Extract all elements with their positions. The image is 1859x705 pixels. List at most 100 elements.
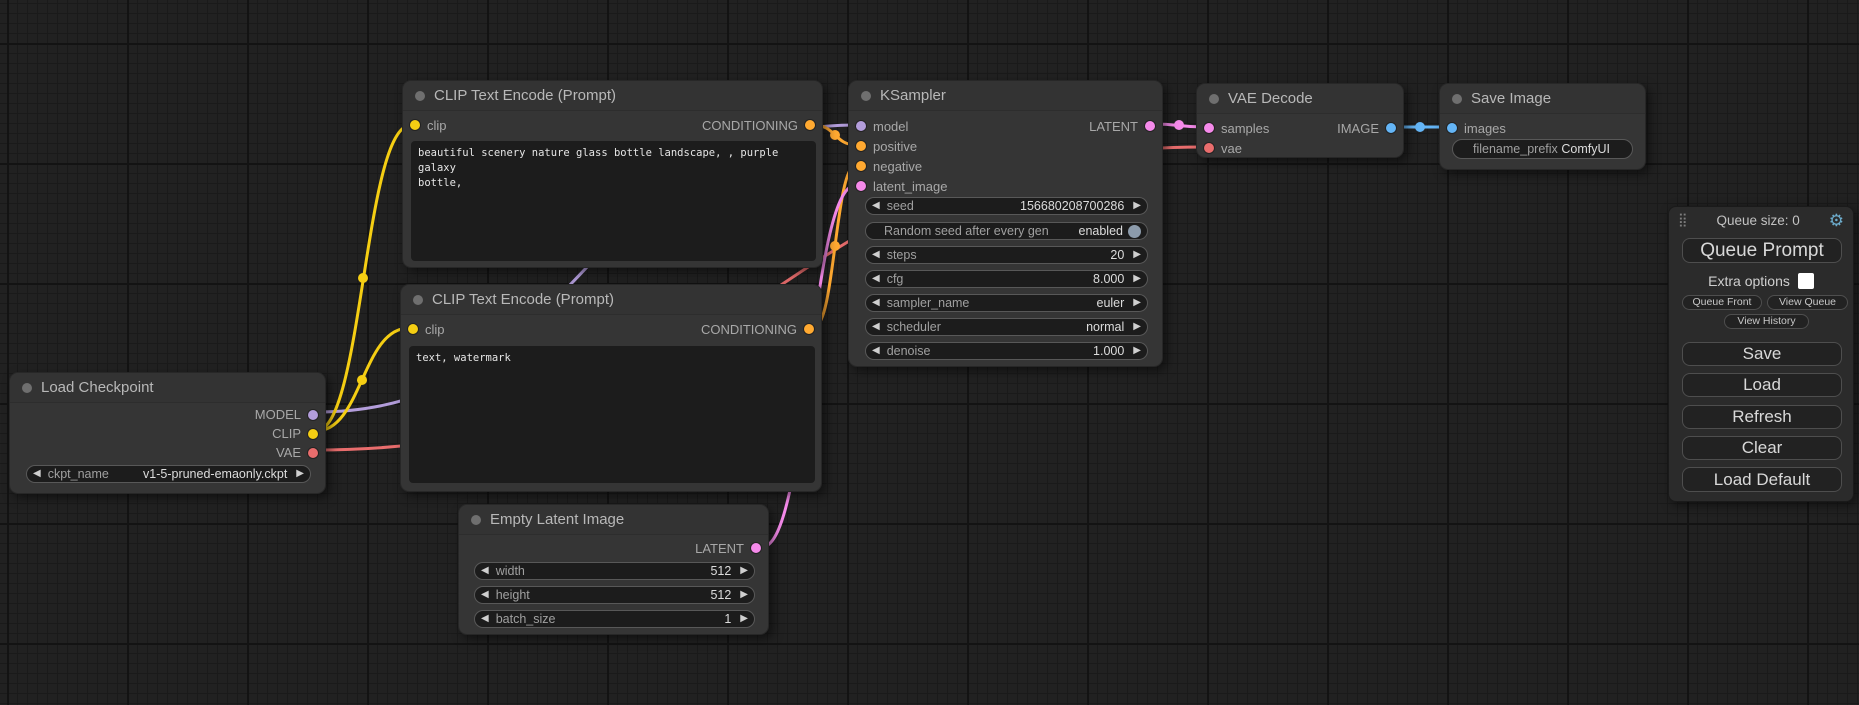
output-slot-conditioning[interactable]: [804, 324, 814, 334]
input-slot-negative[interactable]: [856, 161, 866, 171]
extra-options-checkbox[interactable]: [1798, 273, 1814, 289]
link-midpoint-dot[interactable]: [1415, 122, 1425, 132]
decrement-arrow-icon[interactable]: ◀: [481, 590, 489, 600]
collapse-dot[interactable]: [471, 515, 481, 525]
decrement-arrow-icon[interactable]: ◀: [33, 469, 41, 479]
widget-ckpt-name[interactable]: ◀ ckpt_name v1-5-pruned-emaonly.ckpt ▶: [26, 465, 311, 483]
input-slot-clip[interactable]: [408, 324, 418, 334]
widget-width[interactable]: ◀ width 512 ▶: [474, 562, 755, 580]
increment-arrow-icon[interactable]: ▶: [296, 469, 304, 479]
widget-scheduler[interactable]: ◀ scheduler normal ▶: [865, 318, 1148, 336]
widget-value[interactable]: 8.000: [1093, 272, 1124, 286]
widget-value[interactable]: 20: [1110, 248, 1124, 262]
widget-value[interactable]: ComfyUI: [1561, 142, 1610, 156]
node-title-bar[interactable]: Load Checkpoint: [10, 373, 325, 403]
increment-arrow-icon[interactable]: ▶: [740, 614, 748, 624]
load-default-button[interactable]: Load Default: [1682, 467, 1842, 492]
decrement-arrow-icon[interactable]: ◀: [872, 322, 880, 332]
input-slot-images[interactable]: [1447, 123, 1457, 133]
view-queue-button[interactable]: View Queue: [1767, 295, 1848, 310]
output-slot-vae[interactable]: [308, 448, 318, 458]
node-vae-decode[interactable]: VAE Decode samples IMAGE vae: [1196, 83, 1404, 158]
save-button[interactable]: Save: [1682, 342, 1842, 366]
widget-value[interactable]: 1.000: [1093, 344, 1124, 358]
node-title-bar[interactable]: CLIP Text Encode (Prompt): [403, 81, 822, 111]
output-slot-model[interactable]: [308, 410, 318, 420]
drag-handle-icon[interactable]: ⣿: [1678, 212, 1688, 228]
collapse-dot[interactable]: [413, 295, 423, 305]
collapse-dot[interactable]: [22, 383, 32, 393]
input-slot-vae[interactable]: [1204, 143, 1214, 153]
increment-arrow-icon[interactable]: ▶: [740, 590, 748, 600]
widget-random-seed-toggle[interactable]: Random seed after every gen enabled: [865, 222, 1148, 240]
output-slot-latent[interactable]: [1145, 121, 1155, 131]
link-midpoint-dot[interactable]: [358, 273, 368, 283]
increment-arrow-icon[interactable]: ▶: [1133, 298, 1141, 308]
input-slot-latent-image[interactable]: [856, 181, 866, 191]
load-button[interactable]: Load: [1682, 373, 1842, 397]
node-title-bar[interactable]: Save Image: [1440, 84, 1645, 114]
widget-value[interactable]: 156680208700286: [1020, 199, 1124, 213]
widget-cfg[interactable]: ◀ cfg 8.000 ▶: [865, 270, 1148, 288]
increment-arrow-icon[interactable]: ▶: [1133, 346, 1141, 356]
increment-arrow-icon[interactable]: ▶: [740, 566, 748, 576]
output-slot-image[interactable]: [1386, 123, 1396, 133]
input-slot-positive[interactable]: [856, 141, 866, 151]
queue-front-button[interactable]: Queue Front: [1682, 295, 1762, 310]
decrement-arrow-icon[interactable]: ◀: [872, 201, 880, 211]
increment-arrow-icon[interactable]: ▶: [1133, 250, 1141, 260]
node-title-bar[interactable]: CLIP Text Encode (Prompt): [401, 285, 821, 315]
decrement-arrow-icon[interactable]: ◀: [481, 566, 489, 576]
node-clip-text-encode-positive[interactable]: CLIP Text Encode (Prompt) clip CONDITION…: [402, 80, 823, 268]
output-slot-clip[interactable]: [308, 429, 318, 439]
node-load-checkpoint[interactable]: Load Checkpoint MODEL CLIP VAE ◀ ckpt_na…: [9, 372, 326, 494]
increment-arrow-icon[interactable]: ▶: [1133, 201, 1141, 211]
link-midpoint-dot[interactable]: [830, 130, 840, 140]
widget-height[interactable]: ◀ height 512 ▶: [474, 586, 755, 604]
output-slot-latent[interactable]: [751, 543, 761, 553]
output-slot-conditioning[interactable]: [805, 120, 815, 130]
widget-sampler-name[interactable]: ◀ sampler_name euler ▶: [865, 294, 1148, 312]
decrement-arrow-icon[interactable]: ◀: [872, 250, 880, 260]
increment-arrow-icon[interactable]: ▶: [1133, 322, 1141, 332]
view-history-button[interactable]: View History: [1724, 314, 1809, 329]
widget-steps[interactable]: ◀ steps 20 ▶: [865, 246, 1148, 264]
increment-arrow-icon[interactable]: ▶: [1133, 274, 1141, 284]
input-slot-samples[interactable]: [1204, 123, 1214, 133]
node-clip-text-encode-negative[interactable]: CLIP Text Encode (Prompt) clip CONDITION…: [400, 284, 822, 492]
collapse-dot[interactable]: [415, 91, 425, 101]
widget-value[interactable]: euler: [1097, 296, 1125, 310]
link-midpoint-dot[interactable]: [830, 241, 840, 251]
node-title-bar[interactable]: Empty Latent Image: [459, 505, 768, 535]
toggle-knob[interactable]: [1128, 225, 1141, 238]
node-ksampler[interactable]: KSampler model LATENT positive negative …: [848, 80, 1163, 367]
widget-seed[interactable]: ◀ seed 156680208700286 ▶: [865, 197, 1148, 215]
decrement-arrow-icon[interactable]: ◀: [872, 346, 880, 356]
positive-prompt-textarea[interactable]: beautiful scenery nature glass bottle la…: [411, 141, 816, 261]
widget-value[interactable]: v1-5-pruned-emaonly.ckpt: [143, 467, 287, 481]
widget-denoise[interactable]: ◀ denoise 1.000 ▶: [865, 342, 1148, 360]
widget-filename-prefix[interactable]: filename_prefix ComfyUI: [1452, 139, 1633, 159]
widget-value[interactable]: normal: [1086, 320, 1124, 334]
widget-value[interactable]: 512: [710, 564, 731, 578]
collapse-dot[interactable]: [1452, 94, 1462, 104]
widget-batch-size[interactable]: ◀ batch_size 1 ▶: [474, 610, 755, 628]
decrement-arrow-icon[interactable]: ◀: [872, 274, 880, 284]
node-empty-latent-image[interactable]: Empty Latent Image LATENT ◀ width 512 ▶ …: [458, 504, 769, 635]
decrement-arrow-icon[interactable]: ◀: [481, 614, 489, 624]
node-save-image[interactable]: Save Image images filename_prefix ComfyU…: [1439, 83, 1646, 170]
collapse-dot[interactable]: [1209, 94, 1219, 104]
decrement-arrow-icon[interactable]: ◀: [872, 298, 880, 308]
settings-gear-icon[interactable]: ⚙: [1829, 212, 1844, 229]
widget-value[interactable]: 1: [724, 612, 731, 626]
node-title-bar[interactable]: KSampler: [849, 81, 1162, 111]
clear-button[interactable]: Clear: [1682, 436, 1842, 460]
input-slot-model[interactable]: [856, 121, 866, 131]
negative-prompt-textarea[interactable]: text, watermark: [409, 346, 815, 483]
link-midpoint-dot[interactable]: [1174, 120, 1184, 130]
link-midpoint-dot[interactable]: [357, 375, 367, 385]
widget-value[interactable]: 512: [710, 588, 731, 602]
collapse-dot[interactable]: [861, 91, 871, 101]
input-slot-clip[interactable]: [410, 120, 420, 130]
refresh-button[interactable]: Refresh: [1682, 405, 1842, 429]
